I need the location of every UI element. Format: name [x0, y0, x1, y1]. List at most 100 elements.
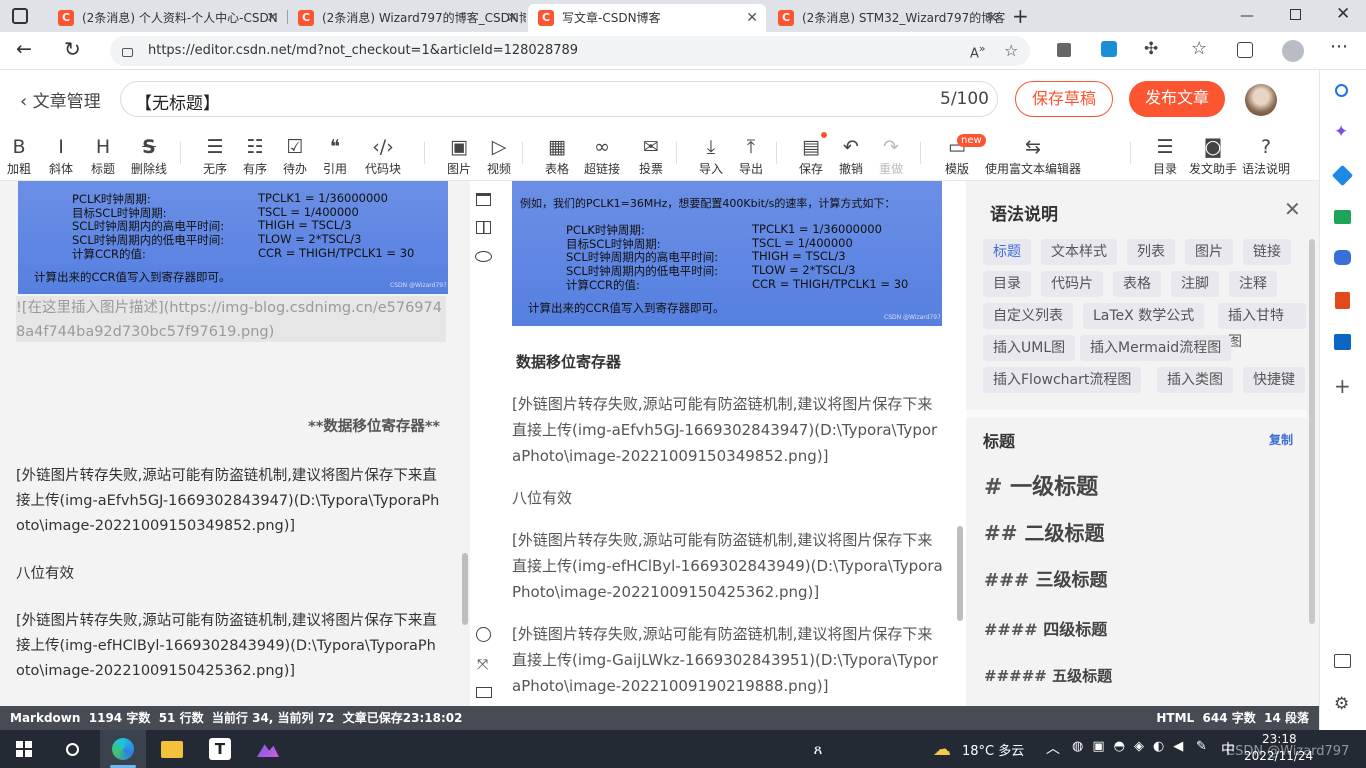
syntax-chip[interactable]: 表格 — [1113, 271, 1161, 297]
people-icon[interactable]: ጸ — [802, 734, 834, 764]
toolbar-bold-button[interactable]: B 加粗 — [0, 128, 38, 181]
syntax-chip[interactable]: 插入类图 — [1157, 367, 1233, 393]
office-icon[interactable] — [1335, 292, 1350, 309]
file-explorer-icon[interactable] — [156, 734, 188, 764]
publish-button[interactable]: 发布文章 — [1129, 81, 1225, 117]
fullscreen-icon[interactable]: ⤧ — [477, 657, 488, 673]
toolbar-video-button[interactable]: ▷ 视频 — [480, 128, 518, 181]
toolbar-heading-button[interactable]: H 标题 — [84, 128, 122, 181]
pen-icon[interactable]: ✎ — [1196, 739, 1207, 754]
browser-tab[interactable]: C 写文章-CSDN博客 ✕ — [528, 4, 766, 32]
search-icon[interactable] — [1335, 84, 1348, 97]
hide-sidebar-icon[interactable] — [1334, 654, 1351, 668]
minimize-button[interactable]: — — [1240, 8, 1254, 24]
weather-icon[interactable]: ☁ — [926, 734, 958, 764]
back-arrow-icon[interactable]: ← — [16, 38, 32, 60]
toolbar-link-button[interactable]: ∞ 超链接 — [580, 128, 624, 181]
browser-tab[interactable]: C (2条消息) STM32_Wizard797的博客 ✕ — [768, 4, 1006, 32]
syntax-chip[interactable]: 自定义列表 — [983, 303, 1073, 329]
bold-heading-line[interactable]: **数据移位寄存器** — [16, 415, 440, 439]
toolbar-ordered-list-button[interactable]: ☷ 有序 — [236, 128, 274, 181]
outlook-icon[interactable] — [1334, 334, 1351, 350]
toolbar-quote-button[interactable]: ❝ 引用 — [316, 128, 354, 181]
preview-scrollbar[interactable] — [957, 526, 963, 621]
syntax-chip[interactable]: 代码片 — [1041, 271, 1103, 297]
weather-text[interactable]: 18°C 多云 — [962, 740, 1024, 759]
editor-paragraph-3[interactable]: [外链图片转存失败,源站可能有防盗链机制,建议将图片保存下来直接上传(img-e… — [16, 609, 440, 684]
close-tab-icon[interactable]: ✕ — [506, 4, 518, 32]
browser-tab[interactable]: C (2条消息) 个人资料-个人中心-CSDN ✕ — [48, 4, 286, 32]
restore-button[interactable] — [1290, 9, 1301, 20]
split-view-icon[interactable] — [476, 221, 491, 234]
toolbar-unordered-list-button[interactable]: ☰ 无序 — [196, 128, 234, 181]
toolbar-todo-list-button[interactable]: ☑ 待办 — [276, 128, 314, 181]
sync-scroll-icon[interactable] — [476, 627, 491, 642]
new-tab-button[interactable]: + — [1012, 4, 1029, 28]
tray-chevron-icon[interactable]: ︿ — [1046, 738, 1060, 758]
syntax-chip[interactable]: 注释 — [1229, 271, 1277, 297]
tag-icon[interactable] — [1331, 164, 1354, 187]
browser-tab[interactable]: C (2条消息) Wizard797的博客_CSDN博客 ✕ — [288, 4, 526, 32]
toolbar-vote-button[interactable]: ✉ 投票 — [632, 128, 670, 181]
typora-icon[interactable]: T — [204, 734, 236, 764]
toolbar-redo-button[interactable]: ↷ 重做 — [872, 128, 910, 181]
close-tab-icon[interactable]: ✕ — [986, 4, 998, 32]
user-avatar[interactable] — [1245, 84, 1277, 116]
article-manage-link[interactable]: ‹ 文章管理 — [20, 87, 101, 112]
read-aloud-icon[interactable]: A» — [970, 42, 986, 61]
search-taskbar-icon[interactable] — [56, 734, 88, 764]
url-text[interactable]: https://editor.csdn.net/md?not_checkout=… — [148, 36, 578, 66]
windows-start-icon[interactable] — [8, 734, 40, 764]
syntax-chip[interactable]: 文本样式 — [1041, 239, 1117, 265]
toolbar-table-button[interactable]: ▦ 表格 — [538, 128, 576, 181]
close-tab-icon[interactable]: ✕ — [746, 4, 758, 32]
syntax-chip[interactable]: 注脚 — [1171, 271, 1219, 297]
toolbar-assistant-button[interactable]: ◙ 发文助手 — [1186, 128, 1240, 181]
copilot-sparkle-icon[interactable]: ✦ — [1334, 122, 1348, 142]
extension-apps-icon[interactable] — [1057, 43, 1071, 57]
markdown-editor[interactable]: PCLK时钟周期: TPCLK1 = 1/36000000 目标SCL时钟周期: TS… — [0, 181, 470, 706]
toolbar-italic-button[interactable]: I 斜体 — [42, 128, 80, 181]
sidebar-settings-icon[interactable]: ⚙ — [1334, 694, 1349, 714]
favorite-star-icon[interactable]: ☆ — [1004, 41, 1018, 60]
syntax-chip[interactable]: 目录 — [983, 271, 1031, 297]
toolbar-help-button[interactable]: ? 语法说明 — [1236, 128, 1296, 181]
toolbox-icon[interactable] — [1334, 210, 1351, 224]
copy-link[interactable]: 复制 — [1269, 431, 1293, 448]
toolbar-undo-button[interactable]: ↶ 撤销 — [832, 128, 870, 181]
extension-bird-icon[interactable] — [1101, 41, 1117, 57]
close-tab-icon[interactable]: ✕ — [266, 4, 278, 32]
toolbar-export-button[interactable]: ⤒ 导出 — [732, 128, 770, 181]
panel-scrollbar[interactable] — [1309, 239, 1315, 624]
title-text[interactable]: 【无标题】 — [135, 89, 220, 114]
edge-taskbar-icon[interactable] — [100, 730, 146, 768]
editor-only-view-icon[interactable] — [476, 193, 491, 206]
toolbar-strikethrough-button[interactable]: S 删除线 — [124, 128, 174, 181]
syntax-chip[interactable]: 标题 — [983, 239, 1031, 265]
lock-icon[interactable] — [122, 48, 133, 57]
tray-icons[interactable]: ◍▣◓◈◐◀ — [1072, 739, 1192, 754]
title-input[interactable]: 【无标题】 5/100 — [120, 81, 998, 117]
save-draft-button[interactable]: 保存草稿 — [1015, 81, 1113, 117]
monitor-icon[interactable] — [476, 687, 492, 698]
editor-paragraph-2[interactable]: 八位有效 — [16, 562, 74, 586]
syntax-chip[interactable]: 插入甘特图 — [1218, 303, 1306, 350]
toolbar-switch-editor-button[interactable]: ⇆ 使用富文本编辑器 — [978, 128, 1088, 181]
editor-paragraph-1[interactable]: [外链图片转存失败,源站可能有防盗链机制,建议将图片保存下来直接上传(img-a… — [16, 464, 440, 539]
favorites-icon[interactable]: ☆ — [1191, 38, 1207, 59]
toolbar-code-block-button[interactable]: ‹/› 代码块 — [358, 128, 408, 181]
syntax-chip[interactable]: 插入Mermaid流程图 — [1080, 335, 1232, 361]
syntax-chip[interactable]: 列表 — [1127, 239, 1175, 265]
games-icon[interactable] — [1334, 250, 1351, 265]
tab-actions-icon[interactable] — [12, 8, 28, 24]
editor-scrollbar[interactable] — [462, 553, 468, 625]
syntax-chip[interactable]: LaTeX 数学公式 — [1083, 303, 1205, 329]
extensions-puzzle-icon[interactable]: ✣ — [1144, 39, 1158, 59]
photos-icon[interactable] — [252, 734, 284, 764]
syntax-chip[interactable]: 快捷键 — [1243, 367, 1305, 393]
profile-avatar[interactable] — [1282, 40, 1304, 62]
syntax-chip[interactable]: 插入Flowchart流程图 — [983, 367, 1142, 393]
syntax-chip[interactable]: 链接 — [1243, 239, 1291, 265]
toolbar-import-button[interactable]: ⤓ 导入 — [692, 128, 730, 181]
toolbar-toc-button[interactable]: ☰ 目录 — [1146, 128, 1184, 181]
